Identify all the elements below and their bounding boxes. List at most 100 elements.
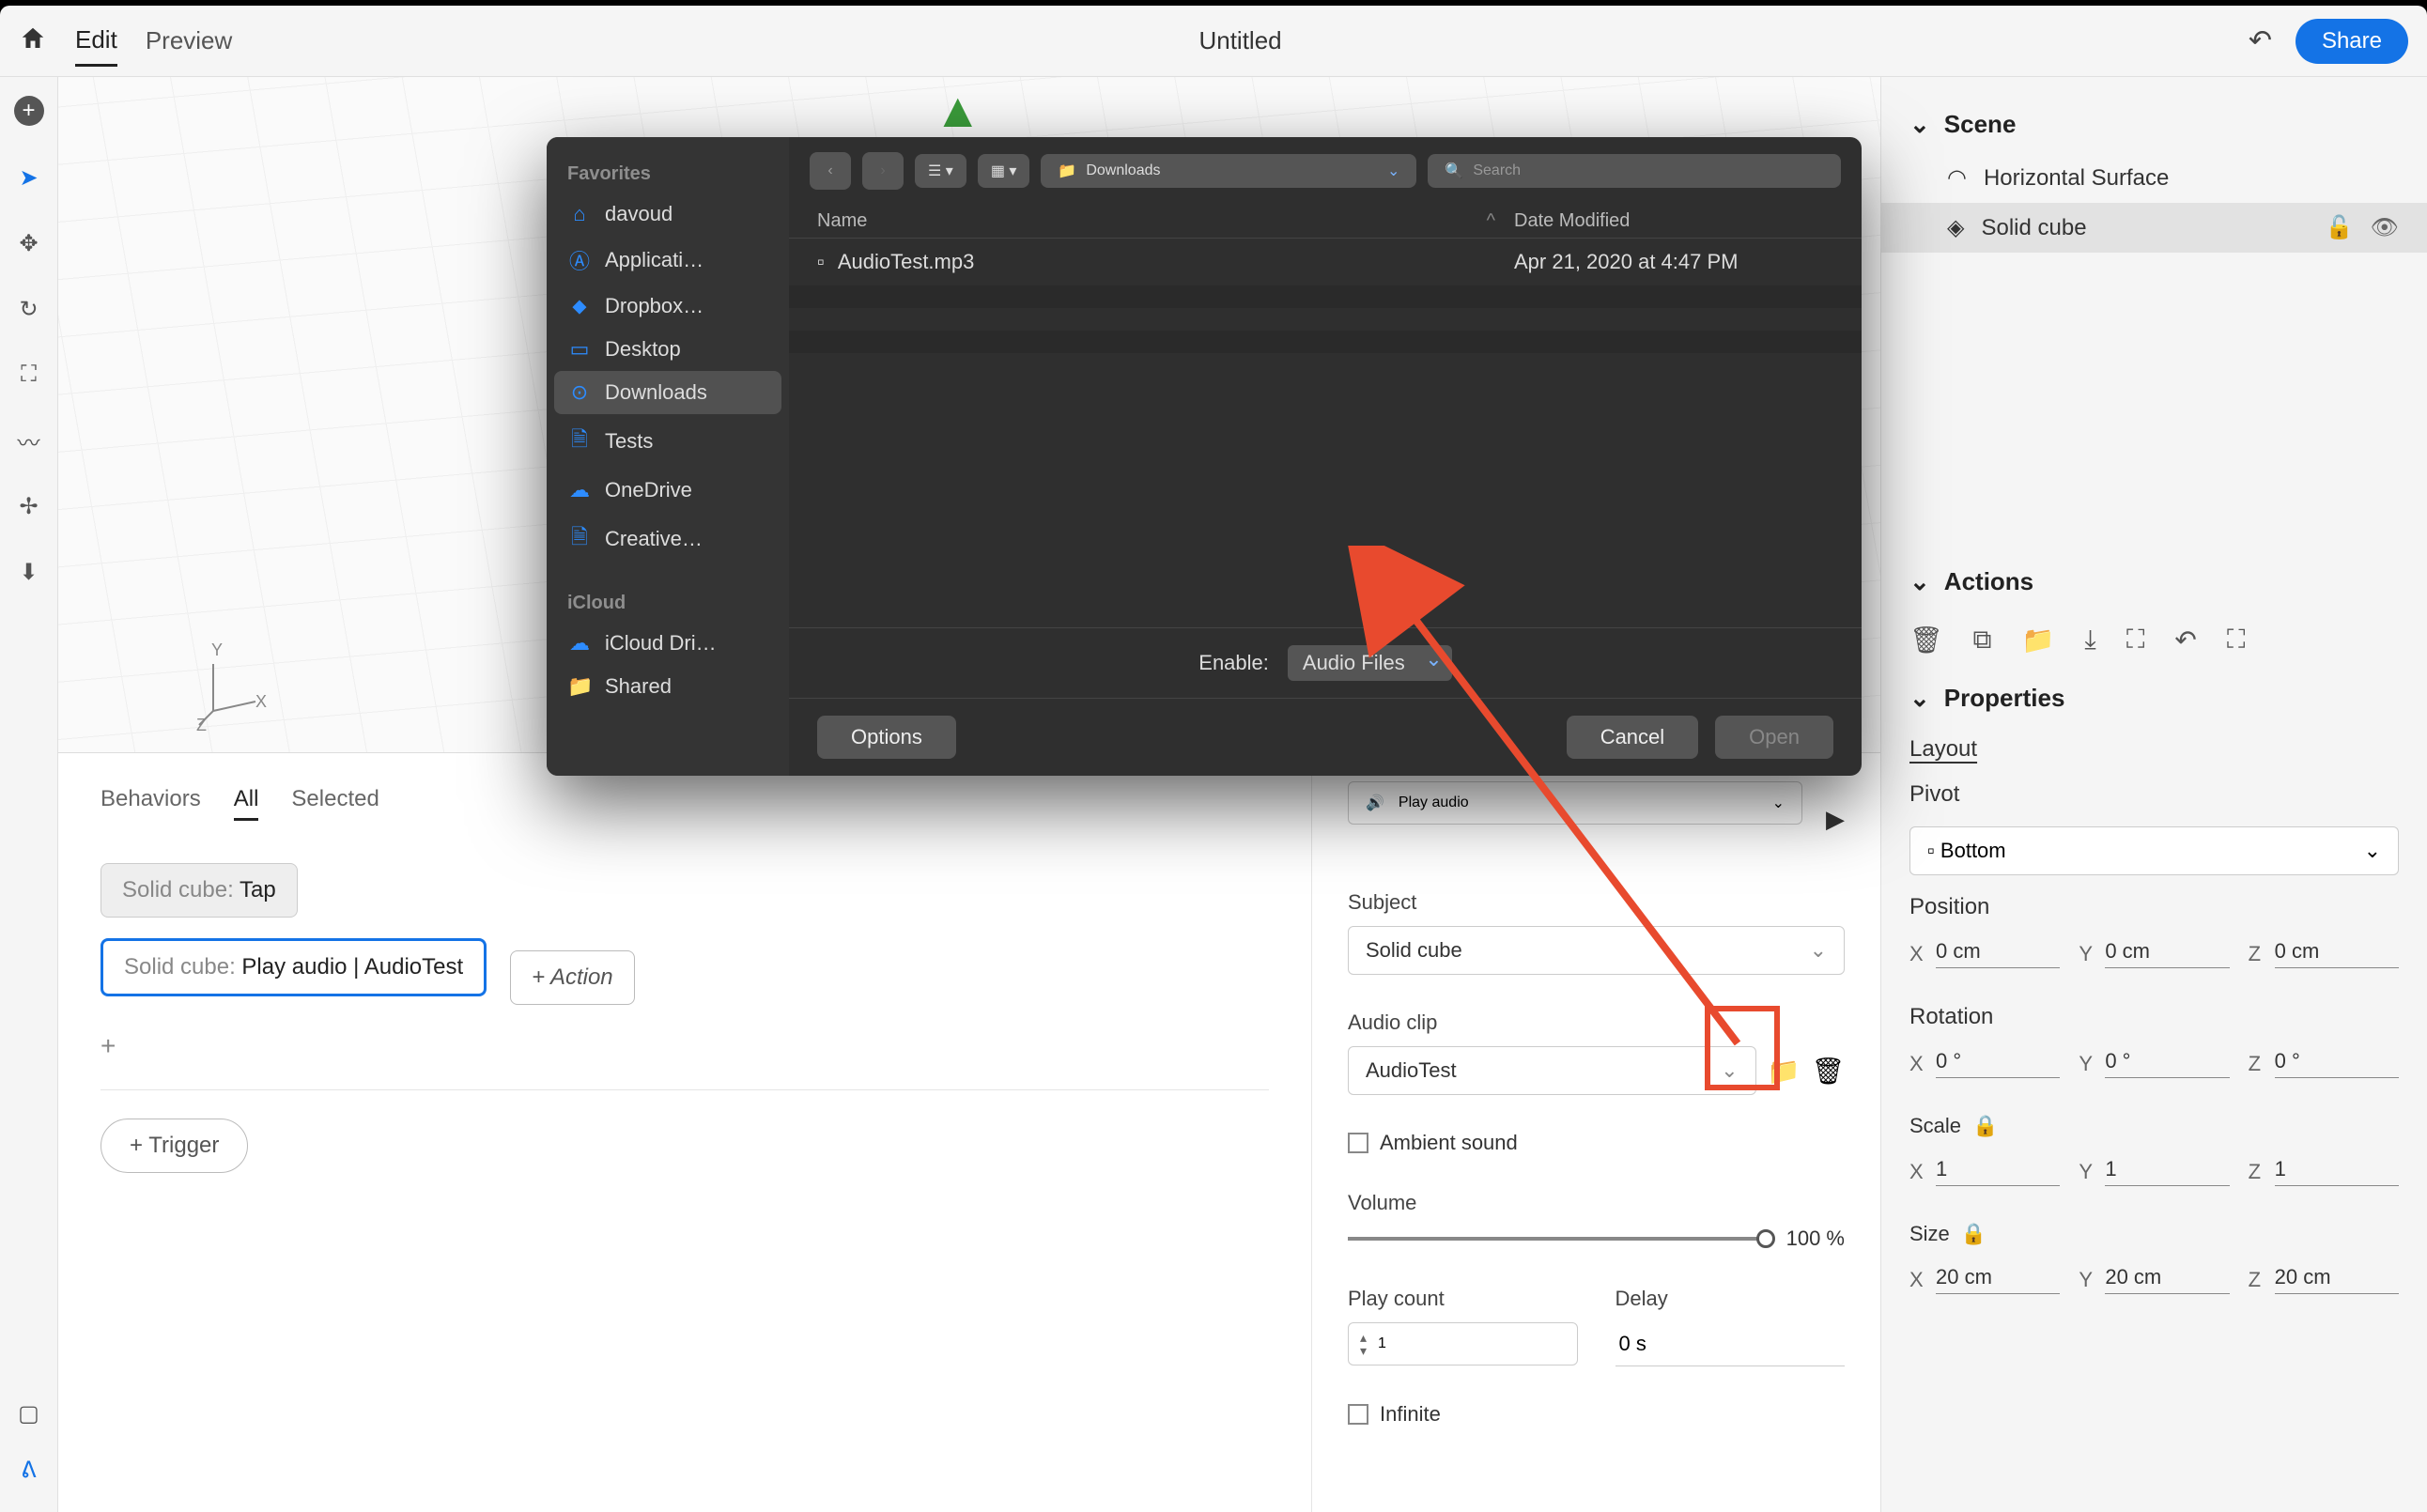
forward-button[interactable]: › [862,152,904,190]
crop-icon[interactable]: ⛶ [2126,625,2145,656]
sidebar-item-home[interactable]: ⌂davoud [547,193,789,236]
behaviors-filter-all[interactable]: All [234,786,259,821]
add-object-icon[interactable]: + [14,96,44,126]
search-input[interactable]: 🔍 Search [1428,154,1841,188]
pivot-dropdown[interactable]: ▫ Bottom⌄ [1909,826,2399,875]
layout-tab[interactable]: Layout [1881,727,2427,772]
run-icon[interactable]: ᕕ [15,1456,43,1484]
actions-section-header[interactable]: ⌄ Actions [1881,553,2427,610]
folder-icon[interactable]: 📁 [2022,625,2055,656]
enable-label: Enable: [1198,651,1269,675]
visibility-icon[interactable]: 👁 [2371,214,2399,241]
scale-y-input[interactable]: 1 [2105,1157,2229,1186]
delay-input[interactable]: 0 s [1615,1322,1846,1366]
scene-item-cube[interactable]: ◈ Solid cube 🔓 👁 [1881,203,2427,253]
rotate-tool-icon[interactable]: ↻ [15,295,43,323]
add-action-button[interactable]: + Action [510,950,635,1005]
delay-label: Delay [1615,1287,1846,1311]
sidebar-item-dropbox[interactable]: ⬥Dropbox… [547,285,789,328]
ambient-sound-checkbox[interactable]: Ambient sound [1348,1131,1845,1155]
left-toolbar: + ➤ ✥ ↻ ⛶ 〰 ✢ ⬇ ▢ ᕕ [0,77,58,1512]
view-mode-list[interactable]: ☰ ▾ [915,154,966,188]
curve-tool-icon[interactable]: 〰 [15,426,43,455]
add-icon[interactable]: + [100,1031,1269,1061]
chevron-down-icon: ⌄ [1909,110,1930,139]
behaviors-panel: Behaviors All Selected Solid cube: Tap S… [58,753,1880,1512]
volume-slider[interactable] [1348,1237,1768,1241]
dialog-sidebar: Favorites ⌂davoud ⒶApplicati… ⬥Dropbox… … [547,137,789,776]
subject-dropdown[interactable]: Solid cube⌄ [1348,926,1845,975]
sidebar-item-icloud-drive[interactable]: ☁iCloud Dri… [547,622,789,665]
lock-icon[interactable]: 🔒 [1972,1114,1998,1138]
action-type-dropdown[interactable]: 🔊 Play audio ⌄ [1348,781,1802,825]
action-chip-play-audio[interactable]: Solid cube: Play audio | AudioTest [100,938,487,996]
view-mode-grid[interactable]: ▦ ▾ [978,154,1030,188]
expand-icon[interactable]: ⛶ [2227,625,2246,656]
sidebar-item-tests[interactable]: 🗎Tests [547,414,789,469]
lock-icon[interactable]: 🔒 [1961,1222,1986,1246]
path-dropdown[interactable]: 📁Downloads ⌄ [1041,154,1416,188]
sidebar-item-applications[interactable]: ⒶApplicati… [547,236,789,285]
add-trigger-button[interactable]: + Trigger [100,1119,248,1173]
select-tool-icon[interactable]: ➤ [15,163,43,192]
scene-section-header[interactable]: ⌄ Scene [1881,96,2427,153]
sidebar-item-downloads[interactable]: ⊙Downloads [554,371,781,414]
rotation-x-input[interactable]: 0 ° [1936,1049,2060,1078]
rotation-y-input[interactable]: 0 ° [2105,1049,2229,1078]
file-row[interactable]: ▫ AudioTest.mp3 Apr 21, 2020 at 4:47 PM [789,239,1862,285]
position-z-input[interactable]: 0 cm [2275,939,2399,968]
trigger-chip-tap[interactable]: Solid cube: Tap [100,863,298,918]
chevron-down-icon: ⌄ [1909,684,1930,713]
tab-edit[interactable]: Edit [75,16,117,67]
scale-tool-icon[interactable]: ⛶ [15,361,43,389]
lock-icon[interactable]: 🔓 [2326,214,2354,241]
undo-icon[interactable]: ↶ [2249,24,2272,57]
infinite-checkbox[interactable]: Infinite [1348,1402,1845,1427]
reset-icon[interactable]: ↶ [2174,625,2196,656]
trash-icon[interactable]: 🗑 [1909,625,1943,656]
play-count-stepper[interactable]: ▴▾ 1 [1348,1322,1578,1365]
rotation-label: Rotation [1881,995,2427,1040]
rotation-z-input[interactable]: 0 ° [2275,1049,2399,1078]
duplicate-icon[interactable]: ⧉ [1973,625,1992,656]
arrow-cross-icon[interactable]: ✢ [15,492,43,520]
pivot-label: Pivot [1881,772,2427,817]
size-y-input[interactable]: 20 cm [2105,1265,2229,1294]
column-date-header[interactable]: Date Modified [1514,210,1833,232]
chevron-down-icon: ⌄ [1909,567,1930,596]
back-button[interactable]: ‹ [810,152,851,190]
sidebar-item-onedrive[interactable]: ☁OneDrive [547,469,789,512]
tab-preview[interactable]: Preview [146,17,232,65]
size-z-input[interactable]: 20 cm [2275,1265,2399,1294]
column-name-header[interactable]: Name [817,210,1487,232]
position-label: Position [1881,885,2427,930]
cancel-button[interactable]: Cancel [1567,716,1698,759]
preview-play-icon[interactable]: ▶ [1826,805,1845,834]
browse-folder-icon[interactable]: 📁 [1768,1056,1801,1087]
size-x-input[interactable]: 20 cm [1936,1265,2060,1294]
sidebar-item-creative[interactable]: 🗎Creative… [547,512,789,566]
scene-item-surface[interactable]: ◠ Horizontal Surface [1881,153,2427,203]
scale-z-input[interactable]: 1 [2275,1157,2399,1186]
behaviors-filter-selected[interactable]: Selected [291,786,379,821]
scale-x-input[interactable]: 1 [1936,1157,2060,1186]
home-icon[interactable] [19,24,47,57]
chevron-down-icon: ⌄ [1772,794,1785,812]
share-button[interactable]: Share [2296,19,2408,64]
sidebar-item-shared[interactable]: 📁Shared [547,665,789,708]
open-button[interactable]: Open [1715,716,1833,759]
speaker-icon: 🔊 [1366,794,1384,812]
options-button[interactable]: Options [817,716,956,759]
position-y-input[interactable]: 0 cm [2105,939,2229,968]
import-icon[interactable]: ⤓ [2084,625,2095,656]
sidebar-item-desktop[interactable]: ▭Desktop [547,328,789,371]
audio-clip-dropdown[interactable]: AudioTest⌄ [1348,1046,1756,1095]
down-tool-icon[interactable]: ⬇ [15,558,43,586]
surface-icon: ◠ [1947,164,1967,192]
archive-icon[interactable]: ▢ [15,1399,43,1427]
move-tool-icon[interactable]: ✥ [15,229,43,257]
position-x-input[interactable]: 0 cm [1936,939,2060,968]
properties-section-header[interactable]: ⌄ Properties [1881,670,2427,727]
enable-dropdown[interactable]: Audio Files [1288,645,1452,681]
delete-clip-icon[interactable]: 🗑 [1811,1056,1845,1087]
